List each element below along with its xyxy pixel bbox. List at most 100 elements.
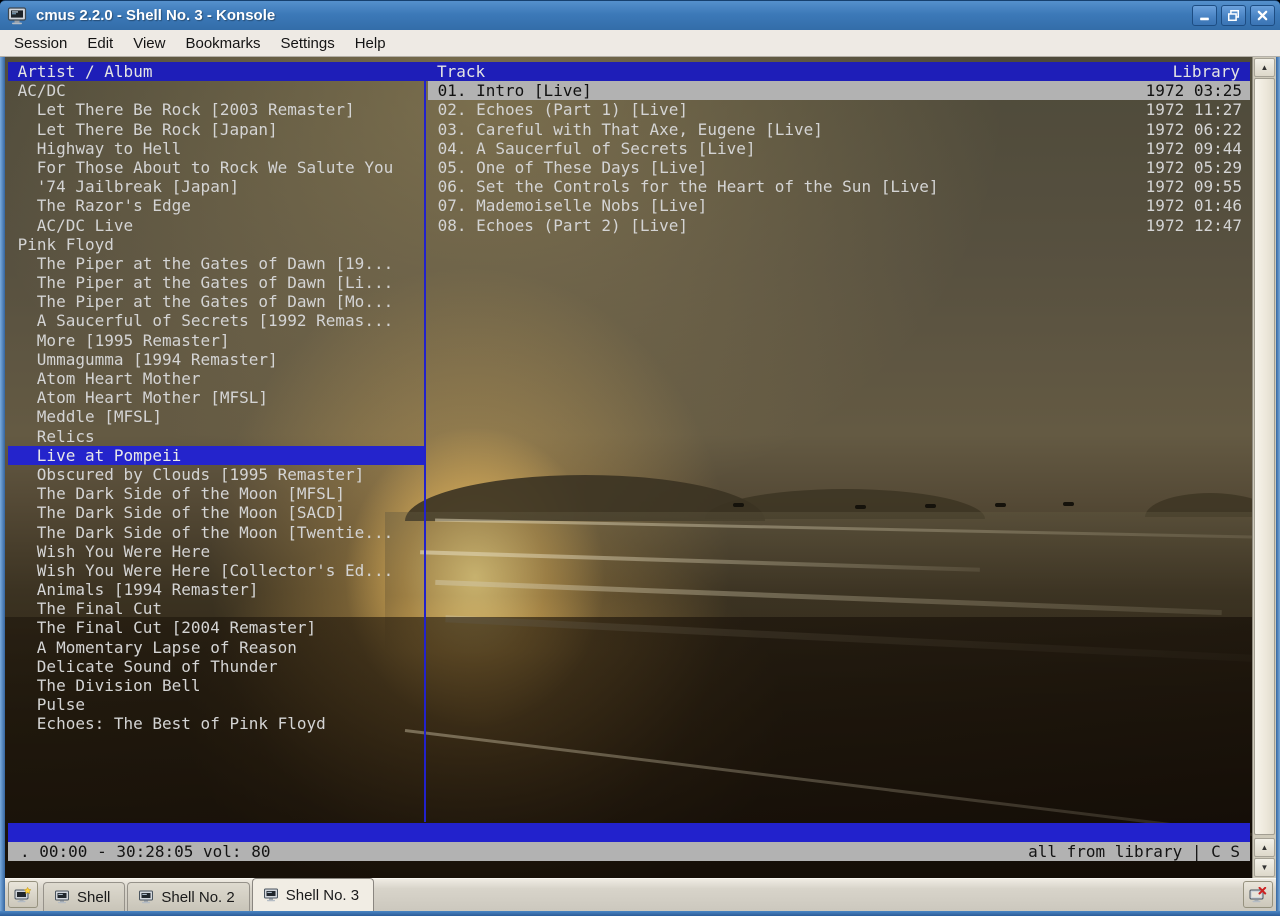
album-row[interactable]: The Razor's Edge xyxy=(8,196,424,215)
album-row[interactable]: Relics xyxy=(8,427,424,446)
scrollbar[interactable]: ▲ ▲ ▼ xyxy=(1252,57,1276,878)
track-year-duration: 1972 05:29 xyxy=(1145,157,1242,177)
album-row[interactable]: AC/DC Live xyxy=(8,216,424,235)
album-row[interactable]: More [1995 Remaster] xyxy=(8,331,424,350)
tab-label: Shell No. 2 xyxy=(161,888,235,906)
album-row[interactable]: Ummagumma [1994 Remaster] xyxy=(8,350,424,369)
tab-shell[interactable]: Shell xyxy=(43,882,126,911)
tab-shell-no-2[interactable]: Shell No. 2 xyxy=(127,882,250,911)
album-row[interactable]: Wish You Were Here xyxy=(8,542,424,561)
new-session-button[interactable] xyxy=(8,881,38,908)
terminal-screen: Artist / Album Track Library AC/DC Let Th… xyxy=(5,57,1252,878)
menu-bookmarks[interactable]: Bookmarks xyxy=(175,32,270,55)
album-row[interactable]: Let There Be Rock [2003 Remaster] xyxy=(8,100,424,119)
close-session-button[interactable] xyxy=(1243,881,1273,908)
cmus-status-line: . 00:00 - 30:28:05 vol: 80 all from libr… xyxy=(8,842,1250,862)
album-row[interactable]: Pulse xyxy=(8,695,424,714)
album-row[interactable]: Obscured by Clouds [1995 Remaster] xyxy=(8,465,424,484)
track-row[interactable]: 02. Echoes (Part 1) [Live] 1972 11:27 xyxy=(428,100,1250,119)
play-mode-flags: all from library | C S xyxy=(1028,842,1240,862)
tab-strip: Shell Shell No. 2 Shell No. 3 xyxy=(43,878,376,911)
album-row[interactable]: The Piper at the Gates of Dawn [Li... xyxy=(8,273,424,292)
artist-album-list: AC/DC Let There Be Rock [2003 Remaster] Le… xyxy=(8,81,424,733)
title-bar[interactable]: cmus 2.2.0 - Shell No. 3 - Konsole xyxy=(0,0,1280,30)
album-row[interactable]: The Final Cut xyxy=(8,599,424,618)
wave-foam xyxy=(420,550,980,572)
scroll-down-icon[interactable]: ▼ xyxy=(1254,858,1275,877)
track-year-duration: 1972 03:25 xyxy=(1145,81,1242,101)
album-row[interactable]: The Dark Side of the Moon [Twentie... xyxy=(8,523,424,542)
track-title: 06. Set the Controls for the Heart of th… xyxy=(437,177,939,197)
konsole-icon xyxy=(54,890,70,904)
window-border-right xyxy=(1276,57,1280,916)
album-row[interactable]: Echoes: The Best of Pink Floyd xyxy=(8,714,424,733)
cmus-title-line xyxy=(8,823,1250,843)
artist-row[interactable]: AC/DC xyxy=(8,81,424,100)
track-title: 01. Intro [Live] xyxy=(437,81,592,101)
track-row[interactable]: 06. Set the Controls for the Heart of th… xyxy=(428,177,1250,196)
album-row[interactable]: Atom Heart Mother xyxy=(8,369,424,388)
library-header: Library xyxy=(1172,62,1240,81)
track-title: 05. One of These Days [Live] xyxy=(437,157,708,177)
maximize-button[interactable] xyxy=(1221,5,1246,26)
album-row[interactable]: The Piper at the Gates of Dawn [19... xyxy=(8,254,424,273)
menu-edit[interactable]: Edit xyxy=(77,32,123,55)
track-title: 08. Echoes (Part 2) [Live] xyxy=(437,215,689,235)
track-year-duration: 1972 09:44 xyxy=(1145,138,1242,158)
artist-row[interactable]: Pink Floyd xyxy=(8,235,424,254)
cmus-pane-headers: Artist / Album Track Library xyxy=(8,62,1250,82)
session-tab-bar: Shell Shell No. 2 Shell No. 3 xyxy=(5,878,1276,911)
track-row[interactable]: 03. Careful with That Axe, Eugene [Live]… xyxy=(428,120,1250,139)
album-row[interactable]: Atom Heart Mother [MFSL] xyxy=(8,388,424,407)
album-row[interactable]: A Momentary Lapse of Reason xyxy=(8,638,424,657)
track-row[interactable]: 04. A Saucerful of Secrets [Live] 1972 09… xyxy=(428,139,1250,158)
window-border-bottom xyxy=(0,911,1280,916)
track-year-duration: 1972 01:46 xyxy=(1145,196,1242,216)
album-row[interactable]: Animals [1994 Remaster] xyxy=(8,580,424,599)
track-row[interactable]: 05. One of These Days [Live] 1972 05:29 xyxy=(428,158,1250,177)
track-title: 03. Careful with That Axe, Eugene [Live] xyxy=(437,119,823,139)
konsole-icon xyxy=(263,888,279,902)
boats xyxy=(733,503,744,507)
album-row[interactable]: Wish You Were Here [Collector's Ed... xyxy=(8,561,424,580)
close-button[interactable] xyxy=(1250,5,1275,26)
minimize-button[interactable] xyxy=(1192,5,1217,26)
scrollbar-thumb[interactable] xyxy=(1254,78,1275,835)
pane-divider xyxy=(424,81,426,823)
album-row[interactable]: '74 Jailbreak [Japan] xyxy=(8,177,424,196)
album-row[interactable]: Meddle [MFSL] xyxy=(8,407,424,426)
album-row[interactable]: Let There Be Rock [Japan] xyxy=(8,120,424,139)
album-row[interactable]: The Division Bell xyxy=(8,676,424,695)
window-title: cmus 2.2.0 - Shell No. 3 - Konsole xyxy=(36,7,276,24)
tab-shell-no-3[interactable]: Shell No. 3 xyxy=(251,878,375,911)
track-title: 07. Mademoiselle Nobs [Live] xyxy=(437,196,708,216)
track-list: 01. Intro [Live] 1972 03:25 02. Echoes (Pa… xyxy=(428,81,1250,235)
tab-label: Shell No. 3 xyxy=(285,886,360,904)
track-row-highlighted[interactable]: 01. Intro [Live] 1972 03:25 xyxy=(428,81,1250,101)
artist-album-header: Artist / Album xyxy=(17,62,153,81)
album-row[interactable]: Highway to Hell xyxy=(8,139,424,158)
menu-session[interactable]: Session xyxy=(4,32,77,55)
album-row[interactable]: A Saucerful of Secrets [1992 Remas... xyxy=(8,311,424,330)
scroll-up-icon[interactable]: ▲ xyxy=(1254,58,1275,77)
album-row[interactable]: The Final Cut [2004 Remaster] xyxy=(8,618,424,637)
track-header: Track xyxy=(437,62,486,81)
track-row[interactable]: 07. Mademoiselle Nobs [Live] 1972 01:46 xyxy=(428,196,1250,215)
track-title: 02. Echoes (Part 1) [Live] xyxy=(437,100,689,120)
tab-label: Shell xyxy=(77,888,111,906)
track-year-duration: 1972 12:47 xyxy=(1145,215,1242,235)
album-row-selected[interactable]: Live at Pompeii xyxy=(8,445,424,465)
album-row[interactable]: The Piper at the Gates of Dawn [Mo... xyxy=(8,292,424,311)
album-row[interactable]: Delicate Sound of Thunder xyxy=(8,657,424,676)
track-row[interactable]: 08. Echoes (Part 2) [Live] 1972 12:47 xyxy=(428,216,1250,235)
menu-help[interactable]: Help xyxy=(345,32,396,55)
menu-view[interactable]: View xyxy=(123,32,175,55)
scroll-up-icon[interactable]: ▲ xyxy=(1254,838,1275,857)
konsole-icon xyxy=(7,6,27,25)
album-row[interactable]: For Those About to Rock We Salute You xyxy=(8,158,424,177)
album-row[interactable]: The Dark Side of the Moon [SACD] xyxy=(8,503,424,522)
track-title: 04. A Saucerful of Secrets [Live] xyxy=(437,138,756,158)
menu-settings[interactable]: Settings xyxy=(271,32,345,55)
album-row[interactable]: The Dark Side of the Moon [MFSL] xyxy=(8,484,424,503)
wave-foam xyxy=(435,579,1222,616)
